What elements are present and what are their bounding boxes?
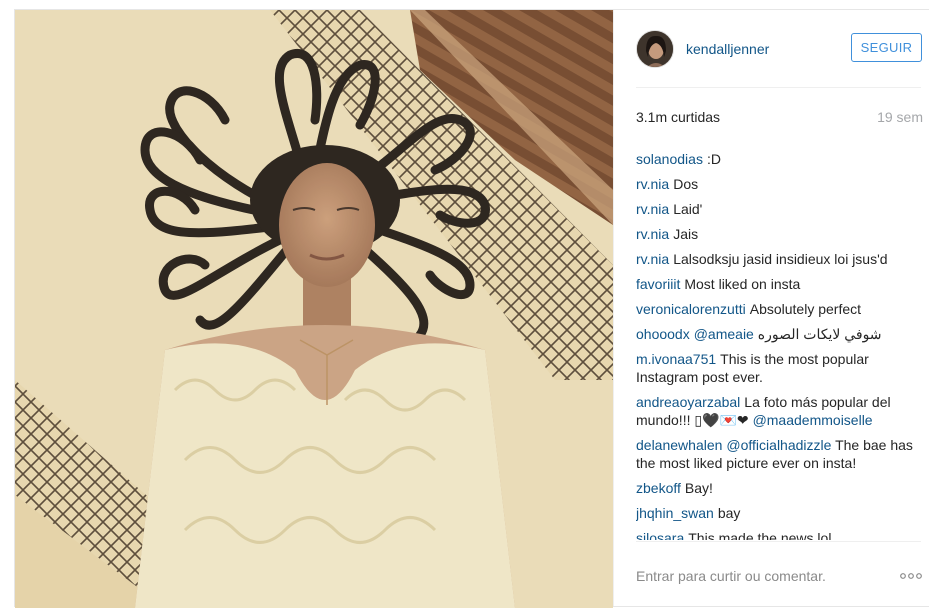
comment: veronicalorenzutti Absolutely perfect (636, 300, 926, 318)
comment-text: شوفي لايكات الصوره (757, 326, 882, 342)
comment: jhqhin_swan bay (636, 504, 926, 522)
post-photo[interactable] (15, 10, 613, 608)
comment-user[interactable]: rv.nia (636, 201, 669, 217)
comment: silosara This made the news lol (636, 529, 926, 540)
comment-user[interactable]: rv.nia (636, 176, 669, 192)
comment: rv.nia Lalsodksju jasid insidieux loi jsu… (636, 250, 926, 268)
comment-user[interactable]: m.ivonaa751 (636, 351, 716, 367)
post-photo-illustration (15, 10, 613, 608)
comment-text: Absolutely perfect (749, 301, 862, 317)
comment: andreaoyarzabal La foto más popular del m… (636, 393, 926, 429)
avatar[interactable] (636, 30, 674, 68)
comment: delanewhalen @officialhadizzle The bae ha… (636, 436, 926, 472)
comment-text: :D (706, 151, 721, 167)
comment-text: Most liked on insta (684, 276, 801, 292)
comment-user[interactable]: andreaoyarzabal (636, 394, 740, 410)
comment: rv.nia Jais (636, 225, 926, 243)
post-time[interactable]: 19 sem (877, 109, 923, 125)
post-header: kendalljenner SEGUIR (614, 10, 929, 87)
footer-divider (636, 541, 921, 542)
comment-mention[interactable]: @maademmoiselle (753, 412, 873, 428)
comment: m.ivonaa751 This is the most popular Inst… (636, 350, 926, 386)
username-link[interactable]: kendalljenner (686, 41, 769, 57)
login-to-comment-link[interactable]: Entrar para curtir ou comentar. (636, 568, 826, 584)
comment-user[interactable]: zbekoff (636, 480, 681, 496)
comment: favoriiit Most liked on insta (636, 275, 926, 293)
comment: rv.nia Dos (636, 175, 926, 193)
ellipsis-icon[interactable] (899, 571, 923, 581)
follow-button[interactable]: SEGUIR (851, 33, 922, 62)
comment: ohooodx @ameaie شوفي لايكات الصوره (636, 325, 926, 343)
comment-text: Bay! (684, 480, 713, 496)
likes-count[interactable]: 3.1m curtidas (636, 109, 720, 125)
comments-list[interactable]: solanodias:D rv.nia Dos rv.nia Laid' rv.ni… (636, 150, 926, 540)
comment-user[interactable]: delanewhalen (636, 437, 722, 453)
post-sidebar: kendalljenner SEGUIR 3.1m curtidas 19 se… (613, 10, 929, 606)
avatar-image (637, 31, 673, 67)
post-card: kendalljenner SEGUIR 3.1m curtidas 19 se… (14, 9, 929, 608)
comment: solanodias:D (636, 150, 926, 168)
comment-mention[interactable]: @officialhadizzle (726, 437, 831, 453)
comment: rv.nia Laid' (636, 200, 926, 218)
comment-text: Dos (673, 176, 699, 192)
comment-user[interactable]: ohooodx (636, 326, 690, 342)
comment-user[interactable]: solanodias (636, 151, 703, 167)
comment-text: This made the news lol (688, 530, 832, 540)
comment-user[interactable]: favoriiit (636, 276, 680, 292)
comment-text: Jais (673, 226, 699, 242)
comment-user[interactable]: veronicalorenzutti (636, 301, 746, 317)
comment-text: Laid' (673, 201, 703, 217)
comment: zbekoff Bay! (636, 479, 926, 497)
comment-text: bay (717, 505, 741, 521)
comment-mention[interactable]: @ameaie (694, 326, 754, 342)
comment-text: Lalsodksju jasid insidieux loi jsus'd (673, 251, 888, 267)
comment-user[interactable]: jhqhin_swan (636, 505, 714, 521)
header-divider (636, 87, 921, 88)
comment-user[interactable]: silosara (636, 530, 684, 540)
comment-user[interactable]: rv.nia (636, 251, 669, 267)
comment-user[interactable]: rv.nia (636, 226, 669, 242)
